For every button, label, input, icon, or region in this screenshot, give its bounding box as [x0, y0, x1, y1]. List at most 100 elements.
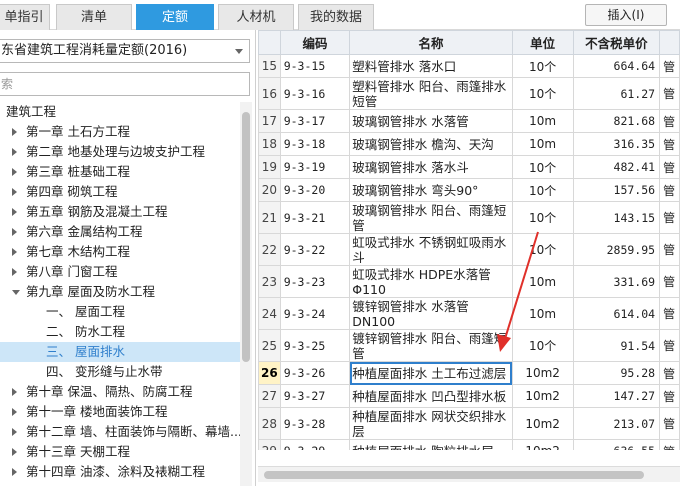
extra-cell[interactable]: 管 — [659, 77, 680, 110]
price-cell[interactable]: 664.64 — [572, 54, 661, 78]
unit-cell[interactable]: 10个 — [511, 233, 574, 266]
unit-cell[interactable]: 10个 — [511, 77, 574, 110]
unit-cell[interactable]: 10m — [511, 109, 574, 133]
name-cell[interactable]: 玻璃钢管排水 檐沟、天沟 — [349, 132, 513, 156]
tree-item[interactable]: 建筑工程 — [0, 102, 240, 122]
chevron-right-icon[interactable] — [12, 208, 17, 216]
tree-item[interactable]: 一、 屋面工程 — [0, 302, 240, 322]
unit-cell[interactable]: 10个 — [511, 54, 574, 78]
chevron-right-icon[interactable] — [12, 408, 17, 416]
table-row[interactable]: 18 9-3-18 玻璃钢管排水 檐沟、天沟 10m 316.35 管 — [258, 132, 680, 156]
tree-item[interactable]: 第十三章 天棚工程 — [0, 442, 240, 462]
tree-item[interactable]: 三、 屋面排水 — [0, 342, 240, 362]
unit-cell[interactable]: 10个 — [511, 178, 574, 202]
code-cell[interactable]: 9-3-21 — [279, 201, 351, 234]
code-cell[interactable]: 9-3-18 — [279, 132, 351, 156]
extra-cell[interactable]: 管 — [659, 439, 680, 450]
table-row[interactable]: 22 9-3-22 虹吸式排水 不锈钢虹吸雨水斗 10个 2859.95 管 — [258, 233, 680, 266]
tab-list-guide[interactable]: 单指引 — [0, 4, 50, 30]
extra-cell[interactable]: 管 — [659, 329, 680, 362]
unit-cell[interactable]: 10个 — [511, 329, 574, 362]
price-cell[interactable]: 147.27 — [572, 384, 661, 408]
code-cell[interactable]: 9-3-17 — [279, 109, 351, 133]
chevron-right-icon[interactable] — [12, 148, 17, 156]
chevron-right-icon[interactable] — [12, 388, 17, 396]
tree-item[interactable]: 第十四章 油漆、涂料及裱糊工程 — [0, 462, 240, 482]
row-number[interactable]: 19 — [258, 155, 281, 179]
table-row[interactable]: 25 9-3-25 镀锌钢管排水 阳台、雨篷短管 10个 91.54 管 — [258, 329, 680, 362]
table-row[interactable]: 15 9-3-15 塑料管排水 落水口 10个 664.64 管 — [258, 54, 680, 78]
table-row[interactable]: 21 9-3-21 玻璃钢管排水 阳台、雨篷短管 10个 143.15 管 — [258, 201, 680, 234]
tab-labor-material-machine[interactable]: 人材机 — [218, 4, 294, 30]
table-row[interactable]: 299-3-29种植屋面排水 陶粒排水层10m2636.55管 — [258, 439, 680, 450]
chevron-right-icon[interactable] — [12, 268, 17, 276]
extra-cell[interactable]: 管 — [659, 109, 680, 133]
price-cell[interactable]: 213.07 — [572, 407, 661, 440]
name-cell[interactable]: 种植屋面排水 凹凸型排水板 — [349, 384, 513, 408]
code-cell[interactable]: 9-3-16 — [279, 77, 351, 110]
table-row[interactable]: 17 9-3-17 玻璃钢管排水 水落管 10m 821.68 管 — [258, 109, 680, 133]
price-cell[interactable]: 821.68 — [572, 109, 661, 133]
table-row[interactable]: 24 9-3-24 镀锌钢管排水 水落管DN100 10m 614.04 管 — [258, 297, 680, 330]
chevron-right-icon[interactable] — [12, 188, 17, 196]
extra-cell[interactable]: 管 — [659, 178, 680, 202]
column-header-code[interactable]: 编码 — [279, 30, 351, 55]
extra-cell[interactable]: 管 — [659, 361, 680, 385]
row-number[interactable]: 23 — [258, 265, 281, 298]
code-cell[interactable]: 9-3-29 — [279, 439, 351, 450]
price-cell[interactable]: 614.04 — [572, 297, 661, 330]
price-cell[interactable]: 331.69 — [572, 265, 661, 298]
name-cell[interactable]: 虹吸式排水 HDPE水落管Φ110 — [349, 265, 513, 298]
name-cell[interactable]: 镀锌钢管排水 阳台、雨篷短管 — [349, 329, 513, 362]
tree-scrollbar[interactable] — [240, 102, 252, 486]
extra-cell[interactable]: 管 — [659, 233, 680, 266]
row-number[interactable]: 28 — [258, 407, 281, 440]
extra-cell[interactable]: 管 — [659, 132, 680, 156]
unit-cell[interactable]: 10m — [511, 297, 574, 330]
chevron-right-icon[interactable] — [12, 428, 17, 436]
price-cell[interactable]: 636.55 — [572, 439, 661, 450]
price-cell[interactable]: 61.27 — [572, 77, 661, 110]
tab-quota[interactable]: 定额 — [136, 4, 214, 30]
tree-item[interactable]: 二、 防水工程 — [0, 322, 240, 342]
tree-item[interactable]: 第四章 砌筑工程 — [0, 182, 240, 202]
tree-item[interactable]: 第十二章 墙、柱面装饰与隔断、幕墙... — [0, 422, 240, 442]
code-cell[interactable]: 9-3-15 — [279, 54, 351, 78]
unit-cell[interactable]: 10m — [511, 132, 574, 156]
extra-cell[interactable]: 管 — [659, 201, 680, 234]
code-cell[interactable]: 9-3-26 — [279, 361, 351, 385]
row-number[interactable]: 29 — [258, 439, 281, 450]
tree-item[interactable]: 第七章 木结构工程 — [0, 242, 240, 262]
column-header-price[interactable]: 不含税单价 — [572, 30, 661, 55]
tree-item[interactable]: 四、 变形缝与止水带 — [0, 362, 240, 382]
extra-cell[interactable]: 管 — [659, 265, 680, 298]
code-cell[interactable]: 9-3-20 — [279, 178, 351, 202]
row-number[interactable]: 26 — [258, 361, 281, 385]
table-row[interactable]: 19 9-3-19 玻璃钢管排水 落水斗 10个 482.41 管 — [258, 155, 680, 179]
unit-cell[interactable]: 10m — [511, 265, 574, 298]
tree-item[interactable]: 第九章 屋面及防水工程 — [0, 282, 240, 302]
chevron-right-icon[interactable] — [12, 168, 17, 176]
name-cell[interactable]: 玻璃钢管排水 阳台、雨篷短管 — [349, 201, 513, 234]
price-cell[interactable]: 143.15 — [572, 201, 661, 234]
tree-item[interactable]: 第二章 地基处理与边坡支护工程 — [0, 142, 240, 162]
price-cell[interactable]: 2859.95 — [572, 233, 661, 266]
chevron-right-icon[interactable] — [12, 228, 17, 236]
unit-cell[interactable]: 10个 — [511, 155, 574, 179]
unit-cell[interactable]: 10m2 — [511, 439, 574, 450]
code-cell[interactable]: 9-3-22 — [279, 233, 351, 266]
code-cell[interactable]: 9-3-28 — [279, 407, 351, 440]
row-number[interactable]: 21 — [258, 201, 281, 234]
tree-item[interactable]: 第十章 保温、隔热、防腐工程 — [0, 382, 240, 402]
tree-item[interactable]: 第一章 土石方工程 — [0, 122, 240, 142]
tree-item[interactable]: 第三章 桩基础工程 — [0, 162, 240, 182]
table-row[interactable]: 16 9-3-16 塑料管排水 阳台、雨篷排水短管 10个 61.27 管 — [258, 77, 680, 110]
table-row[interactable]: 27 9-3-27 种植屋面排水 凹凸型排水板 10m2 147.27 管 — [258, 384, 680, 408]
name-cell[interactable]: 种植屋面排水 陶粒排水层 — [349, 439, 513, 450]
code-cell[interactable]: 9-3-25 — [279, 329, 351, 362]
table-row[interactable]: 23 9-3-23 虹吸式排水 HDPE水落管Φ110 10m 331.69 管 — [258, 265, 680, 298]
name-cell[interactable]: 种植屋面排水 网状交织排水层 — [349, 407, 513, 440]
name-cell[interactable]: 玻璃钢管排水 水落管 — [349, 109, 513, 133]
name-cell[interactable]: 塑料管排水 落水口 — [349, 54, 513, 78]
tab-bill[interactable]: 清单 — [56, 4, 132, 30]
